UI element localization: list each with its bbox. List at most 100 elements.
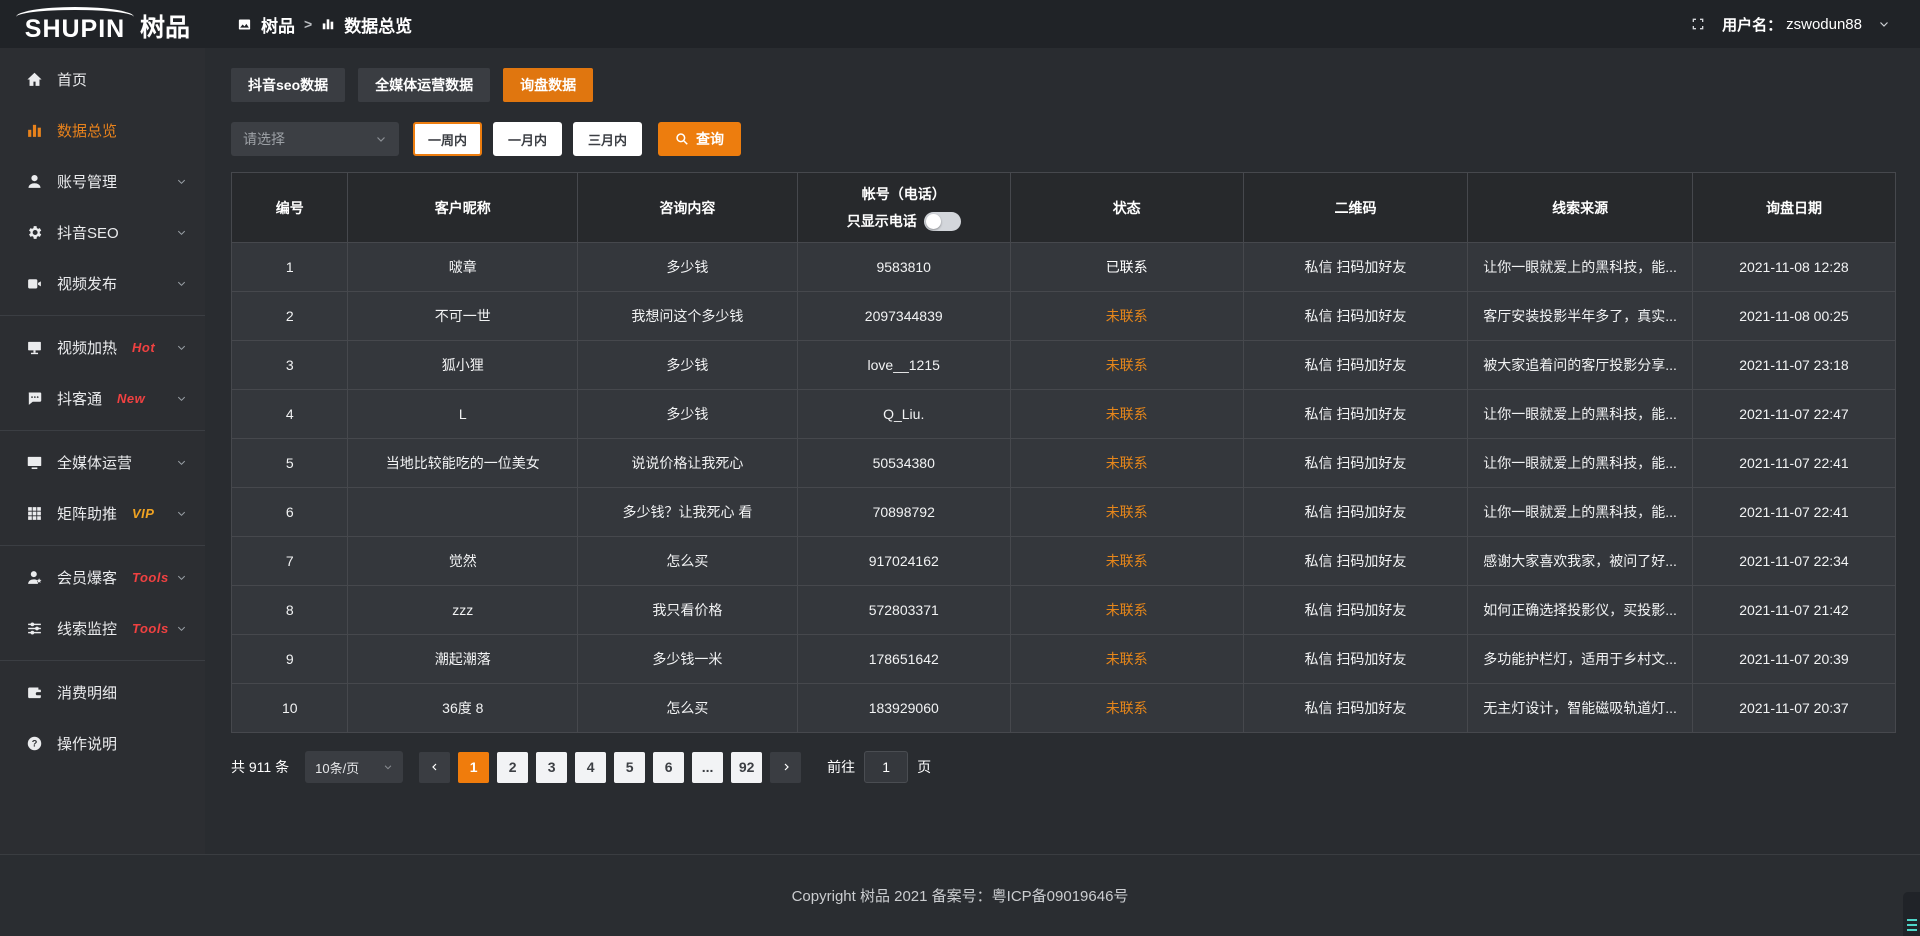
tab-douyin-seo-data[interactable]: 抖音seo数据 [231,68,345,102]
page-button-5[interactable]: 5 [614,752,645,783]
bar-chart-icon [321,17,335,31]
qr-links[interactable]: 私信 扫码加好友 [1243,635,1468,684]
chevron-down-icon [176,176,187,187]
page-button-2[interactable]: 2 [497,752,528,783]
col-nickname: 客户昵称 [348,173,578,243]
qr-links[interactable]: 私信 扫码加好友 [1243,390,1468,439]
source-link[interactable]: 让你一眼就爱上的黑科技，能... [1468,439,1693,488]
sidebar-item-member-burst[interactable]: 会员爆客 Tools [0,552,205,603]
tab-omnimedia-data[interactable]: 全媒体运营数据 [358,68,490,102]
sidebar-item-lead-monitor[interactable]: 线索监控 Tools [0,603,205,654]
table-row: 9 潮起潮落 多少钱一米 178651642 未联系 私信 扫码加好友 多功能护… [232,635,1896,684]
source-link[interactable]: 客厅安装投影半年多了，真实... [1468,292,1693,341]
page-unit-label: 页 [917,757,931,777]
source-link[interactable]: 多功能护栏灯，适用于乡村文... [1468,635,1693,684]
tools-badge: Tools [132,621,169,636]
range-week-button[interactable]: 一周内 [413,122,482,156]
table-row: 6 多少钱？让我死心 看 70898792 未联系 私信 扫码加好友 让你一眼就… [232,488,1896,537]
sidebar-item-instructions[interactable]: ? 操作说明 [0,718,205,769]
range-quarter-button[interactable]: 三月内 [573,122,642,156]
username-label: 用户名： [1722,14,1782,35]
chevron-down-icon [176,508,187,519]
qr-links[interactable]: 私信 扫码加好友 [1243,537,1468,586]
sidebar-item-consumption-details[interactable]: 消费明细 [0,667,205,718]
bar-chart-icon [26,122,43,139]
sidebar-item-matrix-boost[interactable]: 矩阵助推 VIP [0,488,205,539]
app-window-icon [237,17,252,32]
sidebar-divider [0,660,205,661]
qr-links[interactable]: 私信 扫码加好友 [1243,488,1468,537]
prev-page-button[interactable] [419,752,450,783]
sidebar-item-video-heating[interactable]: 视频加热 Hot [0,322,205,373]
breadcrumb-home[interactable]: 树品 [261,12,295,37]
phone-only-toggle[interactable] [924,212,961,231]
gear-icon [26,224,43,241]
sidebar-item-home[interactable]: 首页 [0,54,205,105]
source-link[interactable]: 无主灯设计，智能磁吸轨道灯... [1468,684,1693,733]
chevron-down-icon [176,457,187,468]
source-link[interactable]: 感谢大家喜欢我家，被问了好... [1468,537,1693,586]
table-row: 2 不可一世 我想问这个多少钱 2097344839 未联系 私信 扫码加好友 … [232,292,1896,341]
app-logo[interactable]: SHUPIN 树品 [0,7,205,42]
status-badge: 未联系 [1010,488,1243,537]
chevron-down-icon[interactable] [1878,18,1890,30]
fullscreen-icon[interactable] [1690,16,1706,32]
next-page-button[interactable] [770,752,801,783]
qr-links[interactable]: 私信 扫码加好友 [1243,684,1468,733]
sidebar-item-douyin-seo[interactable]: 抖音SEO [0,207,205,258]
page-button-3[interactable]: 3 [536,752,567,783]
floating-widget[interactable] [1903,892,1920,936]
screen-icon [26,339,43,356]
query-button[interactable]: 查询 [658,122,741,156]
goto-page-input[interactable] [864,751,908,783]
chevron-down-icon [176,393,187,404]
pagination: 共 911 条 10条/页 1 2 3 4 5 6 ... 92 前往 页 [231,751,1896,783]
account-select[interactable]: 请选择 [231,122,399,156]
qr-links[interactable]: 私信 扫码加好友 [1243,341,1468,390]
search-icon [675,132,689,146]
qr-links[interactable]: 私信 扫码加好友 [1243,243,1468,292]
status-badge: 未联系 [1010,586,1243,635]
page-button-4[interactable]: 4 [575,752,606,783]
sliders-icon [26,620,43,637]
source-link[interactable]: 如何正确选择投影仪，买投影... [1468,586,1693,635]
source-link[interactable]: 被大家追着问的客厅投影分享... [1468,341,1693,390]
col-content: 咨询内容 [578,173,798,243]
table-row: 8 zzz 我只看价格 572803371 未联系 私信 扫码加好友 如何正确选… [232,586,1896,635]
sidebar-item-account-management[interactable]: 账号管理 [0,156,205,207]
username-value[interactable]: zswodun88 [1786,16,1862,33]
page-ellipsis-button[interactable]: ... [692,752,723,783]
page-button-92[interactable]: 92 [731,752,762,783]
chevron-down-icon [176,227,187,238]
logo-text-cn: 树品 [140,15,190,41]
sidebar-divider [0,545,205,546]
table-row: 3 狐小狸 多少钱 love__1215 未联系 私信 扫码加好友 被大家追着问… [232,341,1896,390]
chevron-down-icon [176,623,187,634]
breadcrumb-current: 数据总览 [344,12,412,37]
comment-icon [26,390,43,407]
range-month-button[interactable]: 一月内 [493,122,562,156]
tab-inquiry-data[interactable]: 询盘数据 [503,68,593,102]
sidebar-item-doukentong[interactable]: 抖客通 New [0,373,205,424]
qr-links[interactable]: 私信 扫码加好友 [1243,586,1468,635]
col-status: 状态 [1010,173,1243,243]
chevron-down-icon [176,572,187,583]
status-badge: 未联系 [1010,635,1243,684]
chevron-right-icon [780,761,792,773]
source-link[interactable]: 让你一眼就爱上的黑科技，能... [1468,390,1693,439]
status-badge: 未联系 [1010,341,1243,390]
filter-bar: 请选择 一周内 一月内 三月内 查询 [231,122,1896,156]
sidebar-item-omnimedia-operation[interactable]: 全媒体运营 [0,437,205,488]
home-icon [26,71,43,88]
source-link[interactable]: 让你一眼就爱上的黑科技，能... [1468,243,1693,292]
sidebar-item-video-publish[interactable]: 视频发布 [0,258,205,309]
page-size-select[interactable]: 10条/页 [305,751,403,783]
qr-links[interactable]: 私信 扫码加好友 [1243,292,1468,341]
video-camera-icon [26,275,43,292]
col-id: 编号 [232,173,348,243]
qr-links[interactable]: 私信 扫码加好友 [1243,439,1468,488]
sidebar-item-data-overview[interactable]: 数据总览 [0,105,205,156]
page-button-1[interactable]: 1 [458,752,489,783]
page-button-6[interactable]: 6 [653,752,684,783]
source-link[interactable]: 让你一眼就爱上的黑科技，能... [1468,488,1693,537]
